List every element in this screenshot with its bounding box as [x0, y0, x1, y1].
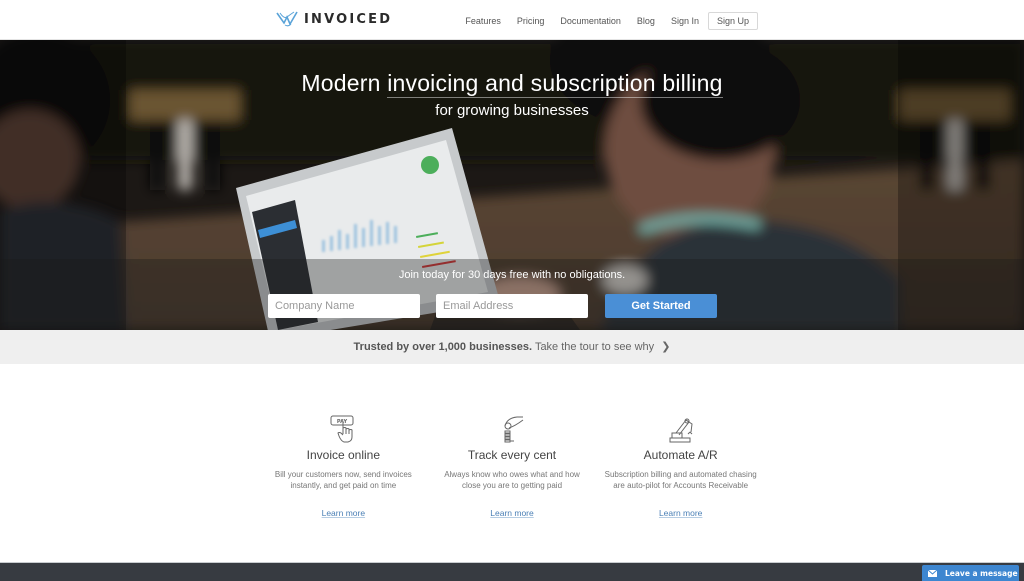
- footer: [0, 562, 1024, 581]
- top-nav: INVOICED Features Pricing Documentation …: [0, 0, 1024, 40]
- nav-link-blog[interactable]: Blog: [637, 16, 655, 26]
- feature-invoice-online: PAY Invoice online Bill your customers n…: [259, 414, 428, 521]
- nav-link-documentation[interactable]: Documentation: [560, 16, 621, 26]
- pay-button-hand-icon: PAY: [259, 414, 428, 444]
- trust-statement: Trusted by over 1,000 businesses.: [353, 341, 533, 353]
- brand-name: INVOICED: [304, 11, 393, 27]
- hand-coins-icon: [428, 414, 597, 444]
- envelope-icon: [928, 569, 937, 577]
- company-name-input[interactable]: [268, 294, 420, 318]
- feature-title: Automate A/R: [643, 448, 718, 462]
- feature-title: Invoice online: [306, 448, 381, 462]
- hero-subtitle: for growing businesses: [435, 102, 589, 119]
- svg-text:PAY: PAY: [337, 419, 348, 425]
- feature-description: Subscription billing and automated chasi…: [604, 470, 757, 490]
- feature-track-every-cent: Track every cent Always know who owes wh…: [428, 414, 597, 521]
- logo[interactable]: INVOICED: [276, 11, 392, 27]
- hero: Modern invoicing and subscription billin…: [0, 40, 1024, 330]
- nav-links: Features Pricing Documentation Blog Sign…: [449, 12, 758, 30]
- feature-description: Always know who owes what and how close …: [444, 470, 580, 490]
- nav-link-pricing[interactable]: Pricing: [517, 16, 545, 26]
- trust-bar[interactable]: Trusted by over 1,000 businesses. Take t…: [0, 330, 1024, 364]
- learn-more-link[interactable]: Learn more: [490, 508, 533, 518]
- features-section: PAY Invoice online Bill your customers n…: [259, 414, 765, 521]
- sign-up-button[interactable]: Sign Up: [707, 12, 758, 30]
- learn-more-link[interactable]: Learn more: [659, 508, 702, 518]
- hero-cta-text: Join today for 30 days free with no obli…: [398, 269, 626, 281]
- learn-more-link[interactable]: Learn more: [322, 508, 365, 518]
- nav-link-features[interactable]: Features: [465, 16, 501, 26]
- nav-link-sign-in[interactable]: Sign In: [671, 16, 699, 26]
- hero-title-underlined: invoicing and subscription billing: [387, 70, 723, 98]
- get-started-button[interactable]: Get Started: [605, 294, 717, 318]
- bird-logo-icon: [276, 11, 298, 27]
- feature-description: Bill your customers now, send invoices i…: [274, 470, 412, 490]
- email-address-input[interactable]: [436, 294, 588, 318]
- leave-message-button[interactable]: Leave a message: [922, 565, 1019, 581]
- robot-arm-icon: [596, 414, 765, 444]
- chevron-right-icon[interactable]: ❯: [661, 330, 670, 364]
- tour-link[interactable]: Take the tour to see why: [535, 341, 654, 353]
- feature-automate-ar: Automate A/R Subscription billing and au…: [596, 414, 765, 521]
- hero-title: Modern invoicing and subscription billin…: [301, 70, 723, 98]
- feature-title: Track every cent: [467, 448, 557, 462]
- leave-message-label: Leave a message: [945, 568, 1018, 578]
